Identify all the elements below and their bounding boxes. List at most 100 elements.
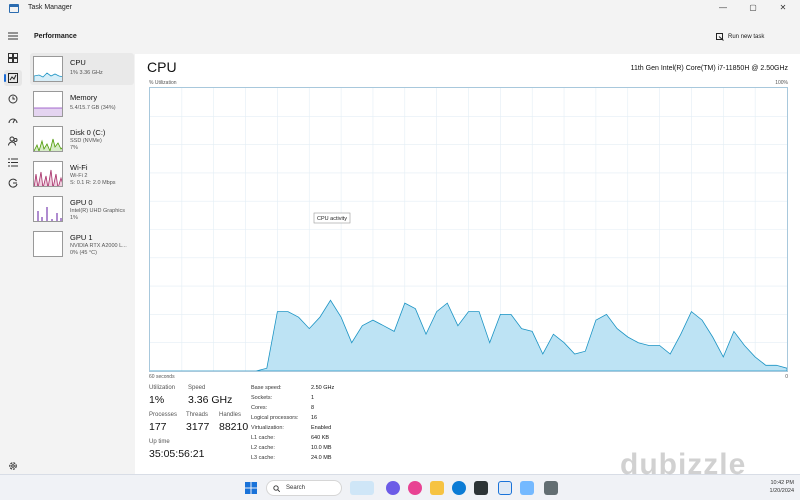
spec-label: Sockets: <box>251 395 273 401</box>
services-icon[interactable] <box>4 175 22 191</box>
spec-label: L2 cache: <box>251 445 275 451</box>
minimize-button[interactable]: — <box>710 1 736 15</box>
spec-label: Logical processors: <box>251 415 299 421</box>
device-gpu0[interactable]: GPU 0 Intel(R) UHD Graphics 1% <box>30 193 134 225</box>
run-new-task-label: Run new task <box>728 34 765 40</box>
taskbar-search-box[interactable]: Search <box>266 480 342 496</box>
gpu1-thumbnail <box>33 231 63 257</box>
device-name: CPU <box>70 58 86 67</box>
run-task-icon <box>716 33 724 41</box>
device-detail: 1% 3.36 GHz <box>70 70 103 76</box>
edge-browser-icon[interactable] <box>452 481 466 495</box>
memory-thumbnail <box>33 91 63 117</box>
speed-label: Speed <box>188 385 206 391</box>
device-memory[interactable]: Memory 5.4/15.7 GB (34%) <box>30 88 134 120</box>
page-header: Performance Run new task ··· <box>26 18 800 54</box>
photos-icon[interactable] <box>520 481 534 495</box>
spec-label: Cores: <box>251 405 268 411</box>
device-name: Memory <box>70 93 98 102</box>
device-detail: Intel(R) UHD Graphics <box>70 208 126 214</box>
device-cpu[interactable]: CPU 1% 3.36 GHz <box>30 53 134 85</box>
clock-time: 10:42 PM <box>770 480 794 486</box>
handles-value: 88210 <box>219 421 249 433</box>
spec-value: 8 <box>311 405 315 411</box>
spec-label: Virtualization: <box>251 425 284 431</box>
spec-value: 10.0 MB <box>311 445 332 451</box>
uptime-label: Up time <box>149 439 170 445</box>
device-detail: Wi-Fi 2 <box>70 173 88 179</box>
spec-label: Base speed: <box>251 385 282 391</box>
cpu-thumbnail <box>33 56 63 82</box>
hamburger-menu-icon[interactable] <box>4 28 22 44</box>
clock-date: 1/20/2024 <box>769 488 794 494</box>
file-explorer-icon[interactable] <box>430 481 444 495</box>
disk-thumbnail <box>33 126 63 152</box>
users-icon[interactable] <box>4 133 22 149</box>
min-value-label: 0 <box>785 374 788 380</box>
utilization-axis-label: % Utilization <box>149 80 177 86</box>
cpu-detail-panel: CPU 11th Gen Intel(R) Core(TM) i7-11850H… <box>135 54 800 474</box>
device-name: Wi-Fi <box>70 163 88 172</box>
run-new-task-button[interactable]: Run new task <box>716 31 764 43</box>
processes-value: 177 <box>149 421 167 433</box>
tooltip-text: CPU activity <box>317 216 347 222</box>
threads-value: 3177 <box>186 421 210 433</box>
chat-icon[interactable] <box>408 481 422 495</box>
spec-value: 24.0 MB <box>311 455 332 461</box>
cpu-title: CPU <box>147 59 177 75</box>
device-detail-2: 0% (45 °C) <box>70 250 97 256</box>
search-placeholder: Search <box>286 485 306 491</box>
taskbar-clock[interactable]: 10:42 PM 1/20/2024 <box>752 479 794 495</box>
speed-value: 3.36 GHz <box>188 394 233 406</box>
window-title: Task Manager <box>28 4 72 11</box>
spec-value: 2.50 GHz <box>311 385 335 391</box>
max-percent-label: 100% <box>775 80 788 86</box>
uptime-value: 35:05:56:21 <box>149 448 205 460</box>
details-icon[interactable] <box>4 154 22 170</box>
close-button[interactable]: ✕ <box>770 1 796 15</box>
app-history-icon[interactable] <box>4 91 22 107</box>
utilization-label: Utilization <box>149 385 176 391</box>
search-icon <box>273 484 280 492</box>
device-detail-2: 1% <box>70 215 78 221</box>
app-icon[interactable] <box>544 481 558 495</box>
widget-icon[interactable] <box>350 481 374 495</box>
device-detail: NVIDIA RTX A2000 L... <box>70 243 127 249</box>
spec-value: 1 <box>311 395 315 401</box>
cpu-utilization-graph: CPU activity <box>149 87 788 372</box>
page-title: Performance <box>34 33 77 40</box>
device-disk[interactable]: Disk 0 (C:) SSD (NVMe) 7% <box>30 123 134 155</box>
device-detail: SSD (NVMe) <box>70 138 102 144</box>
title-bar: Task Manager — ▢ ✕ <box>0 0 800 18</box>
task-manager-icon <box>9 4 19 13</box>
device-gpu1[interactable]: GPU 1 NVIDIA RTX A2000 L... 0% (45 °C) <box>30 228 134 260</box>
copilot-icon[interactable] <box>386 481 400 495</box>
processes-label: Processes <box>149 412 178 418</box>
processes-icon[interactable] <box>4 50 22 66</box>
watermark: dubizzle <box>620 448 747 481</box>
threads-label: Threads <box>186 412 209 418</box>
store-icon[interactable] <box>474 481 488 495</box>
cpu-activity-tooltip: CPU activity <box>313 212 351 224</box>
handles-label: Handles <box>219 412 242 418</box>
device-detail-2: 7% <box>70 145 78 151</box>
start-button-icon[interactable] <box>244 481 258 495</box>
performance-icon[interactable] <box>4 70 22 86</box>
cpu-model: 11th Gen Intel(R) Core(TM) i7-11850H @ 2… <box>630 65 788 72</box>
spec-value: 640 KB <box>311 435 330 441</box>
device-name: Disk 0 (C:) <box>70 128 106 137</box>
device-list: CPU 1% 3.36 GHz Memory 5.4/15.7 GB (34%)… <box>30 53 134 263</box>
spec-label: L3 cache: <box>251 455 275 461</box>
time-span-label: 60 seconds <box>149 374 175 380</box>
device-name: GPU 0 <box>70 198 93 207</box>
device-detail: 5.4/15.7 GB (34%) <box>70 105 116 111</box>
left-nav <box>0 18 26 474</box>
device-wifi[interactable]: Wi-Fi Wi-Fi 2 S: 0.1 R: 2.0 Mbps <box>30 158 134 190</box>
spec-value: Enabled <box>311 425 332 431</box>
startup-apps-icon[interactable] <box>4 112 22 128</box>
wifi-thumbnail <box>33 161 63 187</box>
spec-value: 16 <box>311 415 318 421</box>
maximize-button[interactable]: ▢ <box>740 1 766 15</box>
device-detail-2: S: 0.1 R: 2.0 Mbps <box>70 180 116 186</box>
task-manager-taskbar-icon[interactable] <box>498 481 512 495</box>
